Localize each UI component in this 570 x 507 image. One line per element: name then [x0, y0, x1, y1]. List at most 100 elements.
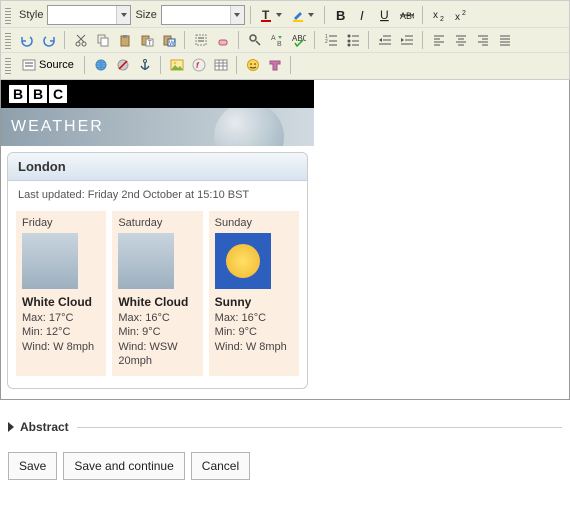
- numbered-list-button[interactable]: 12: [321, 30, 341, 50]
- link-button[interactable]: [91, 55, 111, 75]
- paste-button[interactable]: [115, 30, 135, 50]
- svg-text:T: T: [262, 8, 270, 22]
- forecast-day: Saturday White Cloud Max: 16°C Min: 9°C …: [112, 211, 202, 376]
- text-color-button[interactable]: T: [257, 5, 287, 25]
- find-button[interactable]: [245, 30, 265, 50]
- city-panel: London Last updated: Friday 2nd October …: [7, 152, 308, 389]
- table-button[interactable]: [211, 55, 231, 75]
- paste-text-button[interactable]: T: [137, 30, 157, 50]
- special-char-button[interactable]: [265, 55, 285, 75]
- smiley-button[interactable]: [243, 55, 263, 75]
- svg-text:ABC: ABC: [400, 11, 414, 21]
- svg-text:x: x: [455, 12, 460, 22]
- min-temp: Min: 9°C: [215, 325, 293, 339]
- highlight-color-button[interactable]: [289, 5, 319, 25]
- condition: White Cloud: [22, 295, 100, 309]
- day-name: Sunday: [215, 217, 293, 229]
- unlink-button[interactable]: [113, 55, 133, 75]
- size-dropdown-icon[interactable]: [230, 6, 244, 24]
- italic-button[interactable]: I: [353, 5, 373, 25]
- svg-text:B: B: [336, 8, 345, 22]
- cancel-button[interactable]: Cancel: [191, 452, 250, 480]
- forecast-row: Friday White Cloud Max: 17°C Min: 12°C W…: [8, 211, 307, 388]
- size-select[interactable]: [161, 5, 245, 25]
- save-and-continue-button[interactable]: Save and continue: [63, 452, 184, 480]
- editor-toolbar: Style Size T B I U ABC: [0, 0, 570, 80]
- image-button[interactable]: [167, 55, 187, 75]
- source-label: Source: [39, 59, 74, 71]
- svg-text:B: B: [277, 41, 282, 47]
- flash-button[interactable]: f: [189, 55, 209, 75]
- style-dropdown-icon[interactable]: [116, 6, 130, 24]
- bbc-header: B B C: [1, 80, 314, 108]
- svg-text:2: 2: [462, 10, 466, 17]
- spellcheck-button[interactable]: ABC: [289, 30, 309, 50]
- align-left-button[interactable]: [429, 30, 449, 50]
- style-select[interactable]: [47, 5, 131, 25]
- size-input[interactable]: [162, 6, 230, 24]
- cut-button[interactable]: [71, 30, 91, 50]
- undo-button[interactable]: [17, 30, 37, 50]
- last-updated: Last updated: Friday 2nd October at 15:1…: [8, 181, 307, 211]
- style-input[interactable]: [48, 6, 116, 24]
- divider: [77, 427, 562, 428]
- condition: White Cloud: [118, 295, 196, 309]
- size-label: Size: [133, 9, 158, 21]
- svg-text:x: x: [433, 10, 438, 21]
- toolbar-grip: [5, 31, 11, 49]
- paste-word-button[interactable]: W: [159, 30, 179, 50]
- save-button[interactable]: Save: [8, 452, 57, 480]
- max-temp: Max: 16°C: [118, 311, 196, 325]
- svg-text:2: 2: [325, 39, 328, 45]
- wind: Wind: W 8mph: [215, 340, 293, 354]
- bbc-logo-icon: B B C: [9, 85, 67, 103]
- min-temp: Min: 12°C: [22, 325, 100, 339]
- max-temp: Max: 16°C: [215, 311, 293, 325]
- cloud-icon: [118, 233, 174, 289]
- svg-text:U: U: [380, 8, 389, 22]
- superscript-button[interactable]: x2: [451, 5, 471, 25]
- globe-icon: [214, 108, 284, 146]
- strikethrough-button[interactable]: ABC: [397, 5, 417, 25]
- condition: Sunny: [215, 295, 293, 309]
- sun-icon: [215, 233, 271, 289]
- toolbar-grip: [5, 56, 11, 74]
- replace-button[interactable]: AB: [267, 30, 287, 50]
- subscript-button[interactable]: x2: [429, 5, 449, 25]
- wind: Wind: W 8mph: [22, 340, 100, 354]
- abstract-label: Abstract: [20, 420, 77, 434]
- svg-text:W: W: [169, 41, 175, 47]
- cloud-icon: [22, 233, 78, 289]
- align-center-button[interactable]: [451, 30, 471, 50]
- select-all-button[interactable]: [191, 30, 211, 50]
- align-right-button[interactable]: [473, 30, 493, 50]
- underline-button[interactable]: U: [375, 5, 395, 25]
- abstract-section-header[interactable]: Abstract: [8, 420, 562, 434]
- svg-text:T: T: [148, 41, 152, 47]
- align-justify-button[interactable]: [495, 30, 515, 50]
- anchor-button[interactable]: [135, 55, 155, 75]
- min-temp: Min: 9°C: [118, 325, 196, 339]
- svg-text:I: I: [360, 8, 364, 22]
- day-name: Friday: [22, 217, 100, 229]
- forecast-day: Sunday Sunny Max: 16°C Min: 9°C Wind: W …: [209, 211, 299, 376]
- weather-title: WEATHER: [11, 118, 104, 136]
- source-button[interactable]: Source: [17, 55, 79, 75]
- bold-button[interactable]: B: [331, 5, 351, 25]
- copy-button[interactable]: [93, 30, 113, 50]
- weather-banner: WEATHER: [1, 108, 314, 146]
- form-buttons: Save Save and continue Cancel: [8, 452, 562, 480]
- redo-button[interactable]: [39, 30, 59, 50]
- style-label: Style: [17, 9, 45, 21]
- indent-button[interactable]: [397, 30, 417, 50]
- day-name: Saturday: [118, 217, 196, 229]
- remove-format-button[interactable]: [213, 30, 233, 50]
- max-temp: Max: 17°C: [22, 311, 100, 325]
- svg-text:A: A: [271, 35, 276, 42]
- forecast-day: Friday White Cloud Max: 17°C Min: 12°C W…: [16, 211, 106, 376]
- editor-content-area[interactable]: B B C WEATHER London Last updated: Frida…: [0, 80, 570, 400]
- bullet-list-button[interactable]: [343, 30, 363, 50]
- outdent-button[interactable]: [375, 30, 395, 50]
- wind: Wind: WSW 20mph: [118, 340, 196, 369]
- svg-text:2: 2: [440, 16, 444, 22]
